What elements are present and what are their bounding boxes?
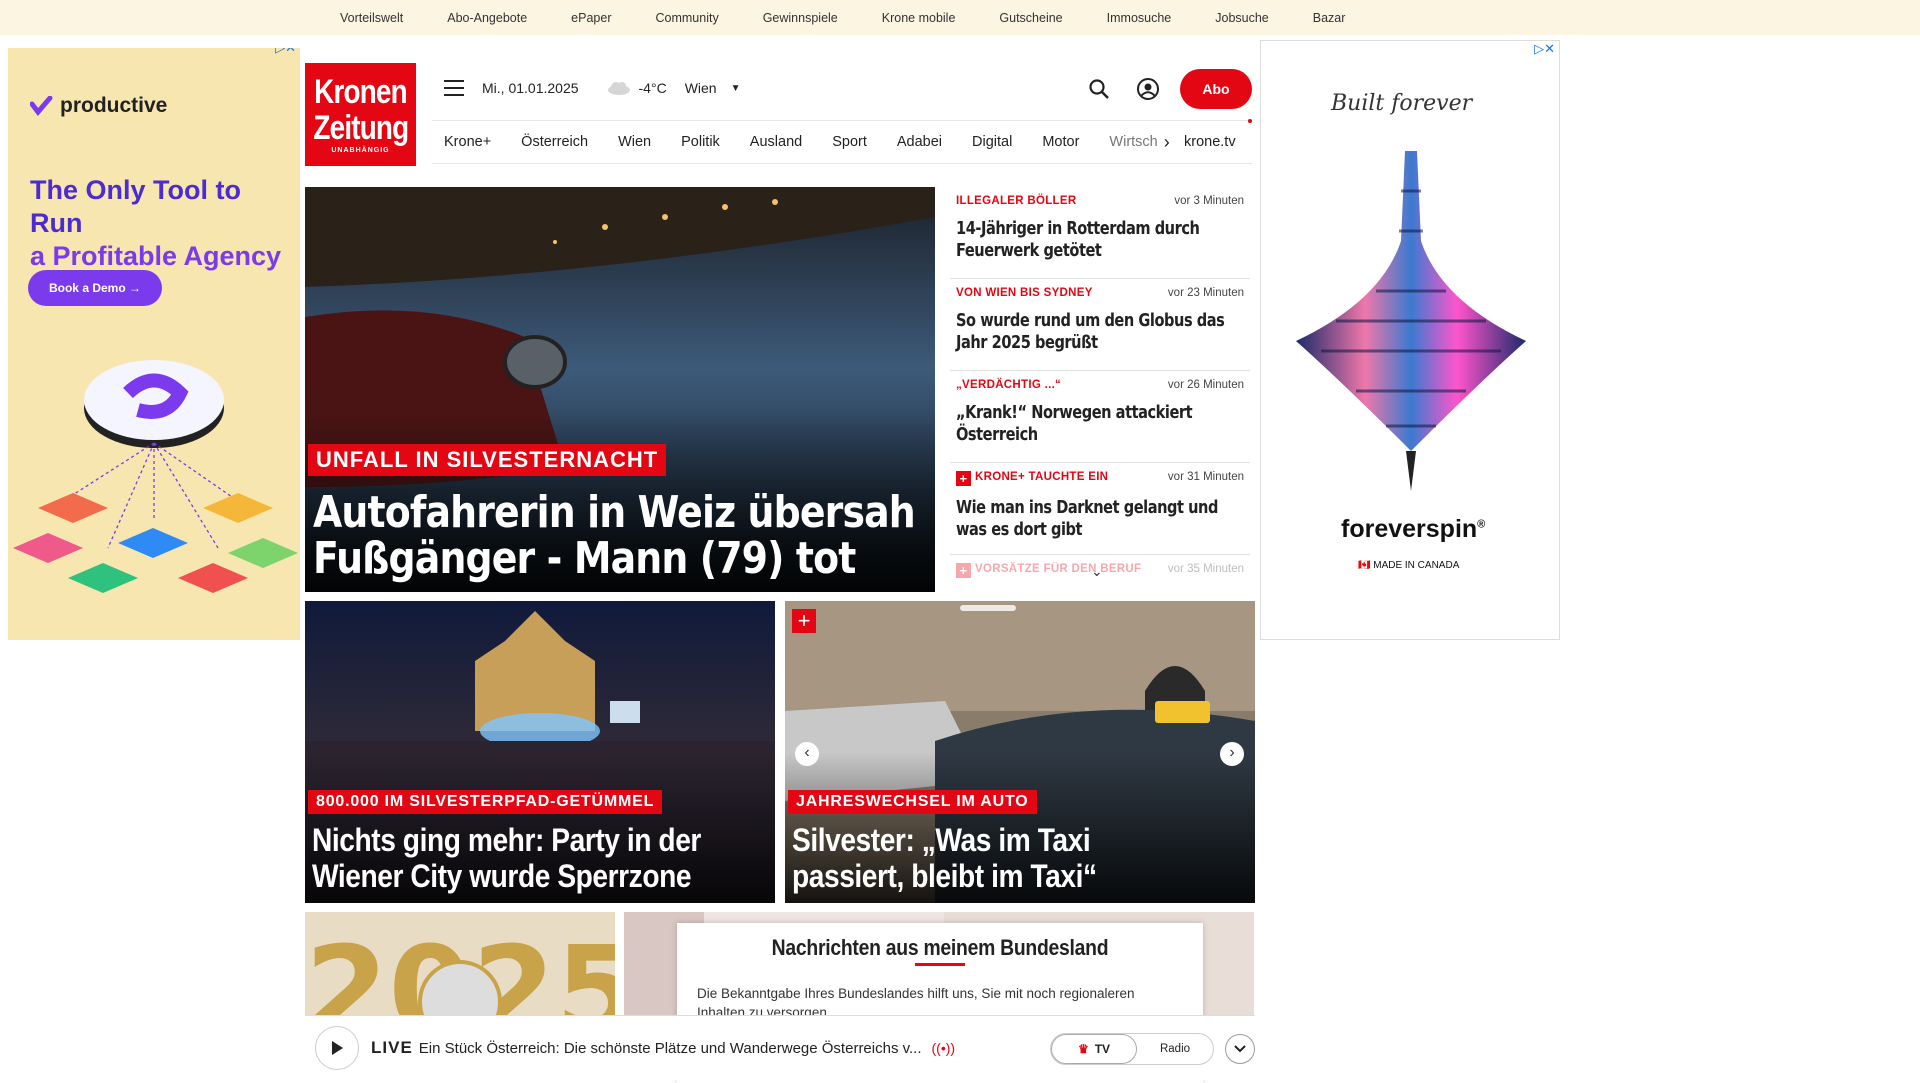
card-headline[interactable]: Nichts ging mehr: Party in der Wiener Ci…: [312, 822, 701, 894]
chevron-right-icon[interactable]: ›: [1164, 132, 1170, 153]
temperature: -4°C: [638, 80, 667, 96]
card-kicker-badge: 800.000 IM SILVESTERPFAD-GETÜMMEL: [308, 790, 663, 814]
news-headline[interactable]: „Krank!“ Norwegen attackiert Österreich: [956, 402, 1244, 446]
krone-plus-icon: +: [792, 609, 816, 633]
tab-tv[interactable]: ♛ TV: [1051, 1034, 1137, 1064]
topnav-jobsuche[interactable]: Jobsuche: [1215, 11, 1269, 25]
hamburger-menu-icon[interactable]: [444, 80, 464, 96]
news-headline[interactable]: Wie man ins Darknet gelangt und was es d…: [956, 497, 1244, 541]
chevron-down-icon[interactable]: [1225, 1034, 1255, 1064]
nav-item-politik[interactable]: Politik: [681, 134, 720, 150]
nav-item-ausland[interactable]: Ausland: [750, 134, 802, 150]
nav-item-digital[interactable]: Digital: [972, 134, 1012, 150]
modal-title: Nachrichten aus meinem Bundesland: [771, 935, 1109, 960]
city-selector[interactable]: Wien: [685, 80, 717, 96]
right-advertisement[interactable]: ▷✕ Built forever foreverspin® 🇨🇦 MADE IN…: [1260, 40, 1560, 640]
ad-made-in: 🇨🇦 MADE IN CANADA: [1358, 560, 1460, 571]
news-headline[interactable]: So wurde rund um den Globus das Jahr 202…: [956, 310, 1244, 354]
play-button[interactable]: [315, 1026, 359, 1070]
ad-illustration: [13, 360, 298, 593]
nav-item-wirtschaft[interactable]: Wirtsch: [1109, 134, 1157, 150]
nav-item-wien[interactable]: Wien: [618, 134, 651, 150]
modal-title-underline: [915, 963, 965, 966]
list-item[interactable]: „VERDÄCHTIG ...“ vor 26 Minuten „Krank!“…: [950, 371, 1250, 463]
topnav-gutscheine[interactable]: Gutscheine: [999, 11, 1062, 25]
carousel-prev-icon[interactable]: ‹: [795, 742, 819, 766]
article-card-silvesterpfad[interactable]: 800.000 IM SILVESTERPFAD-GETÜMMEL Nichts…: [305, 601, 775, 903]
topnav-epaper[interactable]: ePaper: [571, 11, 611, 25]
play-icon: [332, 1041, 343, 1055]
krone-plus-icon: +: [956, 563, 971, 578]
nav-item-motor[interactable]: Motor: [1042, 134, 1079, 150]
ad-brand-name: foreverspin®: [1341, 515, 1486, 543]
spinning-top-illustration: [1296, 151, 1526, 491]
topnav-gewinnspiele[interactable]: Gewinnspiele: [763, 11, 838, 25]
tab-radio[interactable]: Radio: [1137, 1043, 1213, 1055]
productive-logo-icon: [30, 96, 53, 116]
book-demo-button[interactable]: Book a Demo →: [28, 270, 162, 306]
adchoices-icon[interactable]: ▷✕: [275, 48, 296, 56]
topnav-abo-angebote[interactable]: Abo-Angebote: [447, 11, 527, 25]
news-time: vor 35 Minuten: [1167, 563, 1244, 575]
search-icon[interactable]: [1088, 78, 1110, 100]
nav-item-adabei[interactable]: Adabei: [897, 134, 942, 150]
news-time: vor 23 Minuten: [1167, 287, 1244, 299]
tv-radio-toggle[interactable]: ♛ TV Radio: [1050, 1033, 1214, 1065]
topnav-krone-mobile[interactable]: Krone mobile: [882, 11, 956, 25]
ad-script-text: Built forever: [1331, 91, 1473, 116]
user-account-icon[interactable]: [1136, 77, 1160, 101]
topnav-bazar[interactable]: Bazar: [1313, 11, 1346, 25]
current-date: Mi., 01.01.2025: [482, 80, 579, 96]
site-header: Mi., 01.01.2025 -4°C Wien ▼ Abo: [432, 63, 1252, 113]
list-item[interactable]: VON WIEN BIS SYDNEY vor 23 Minuten So wu…: [950, 279, 1250, 371]
latest-news-list: ILLEGALER BÖLLER vor 3 Minuten 14-Jährig…: [950, 187, 1250, 592]
topnav-immosuche[interactable]: Immosuche: [1107, 11, 1172, 25]
abo-button[interactable]: Abo: [1180, 69, 1252, 109]
live-player-bar: LIVE Ein Stück Österreich: Die schönste …: [305, 1015, 1255, 1080]
player-title[interactable]: Ein Stück Österreich: Die schönste Plätz…: [419, 1040, 922, 1057]
left-advertisement[interactable]: ▷✕ productive The Only Tool to Run a Pro…: [8, 48, 300, 640]
nav-item-krone-plus[interactable]: Krone+: [444, 134, 491, 150]
news-time: vor 26 Minuten: [1167, 379, 1244, 391]
card-headline[interactable]: Silvester: „Was im Taxi passiert, bleibt…: [792, 822, 1097, 894]
broadcast-icon: ((•)): [931, 1040, 956, 1056]
list-item[interactable]: ILLEGALER BÖLLER vor 3 Minuten 14-Jährig…: [950, 187, 1250, 279]
chevron-down-icon[interactable]: ⌄: [1091, 563, 1103, 580]
kronen-zeitung-logo[interactable]: Kronen Zeitung UNABHÄNGIG: [305, 63, 416, 166]
nav-item-sport[interactable]: Sport: [832, 134, 867, 150]
krone-plus-icon: +: [956, 471, 971, 486]
carousel-indicator: [960, 605, 1016, 611]
topnav-community[interactable]: Community: [655, 11, 718, 25]
hero-kicker-badge: UNFALL IN SILVESTERNACHT: [308, 444, 667, 476]
ad-brand: productive: [30, 94, 167, 118]
list-item[interactable]: + KRONE+ TAUCHTE EIN vor 31 Minuten Wie m…: [950, 463, 1250, 555]
krone-crown-icon: ♛: [1077, 1042, 1089, 1056]
service-bar: Vorteilswelt Abo-Angebote ePaper Communi…: [0, 0, 1920, 35]
article-card-taxi[interactable]: + ‹ › JAHRESWECHSEL IM AUTO Silvester: „…: [785, 601, 1255, 903]
news-time: vor 3 Minuten: [1174, 195, 1244, 207]
chevron-down-icon[interactable]: ▼: [731, 83, 741, 94]
card-kicker-badge: JAHRESWECHSEL IM AUTO: [788, 790, 1037, 814]
ad-headline: The Only Tool to Run a Profitable Agency: [30, 175, 282, 271]
cloud-weather-icon: [607, 82, 630, 95]
live-dot-icon: [1248, 119, 1252, 123]
live-label: LIVE: [371, 1038, 413, 1057]
carousel-next-icon[interactable]: ›: [1220, 742, 1244, 766]
nav-item-krone-tv[interactable]: krone.tv: [1184, 134, 1236, 150]
topnav-vorteilswelt[interactable]: Vorteilswelt: [340, 11, 403, 25]
nav-item-oesterreich[interactable]: Österreich: [521, 134, 588, 150]
news-time: vor 31 Minuten: [1167, 471, 1244, 483]
hero-headline[interactable]: Autofahrerin in Weiz übersah Fußgänger -…: [313, 490, 916, 582]
hero-article[interactable]: UNFALL IN SILVESTERNACHT Autofahrerin in…: [305, 187, 935, 592]
adchoices-icon[interactable]: ▷✕: [1534, 41, 1555, 57]
main-navigation: Krone+ Österreich Wien Politik Ausland S…: [432, 119, 1252, 164]
news-headline[interactable]: 14-Jähriger in Rotterdam durch Feuerwerk…: [956, 218, 1244, 262]
